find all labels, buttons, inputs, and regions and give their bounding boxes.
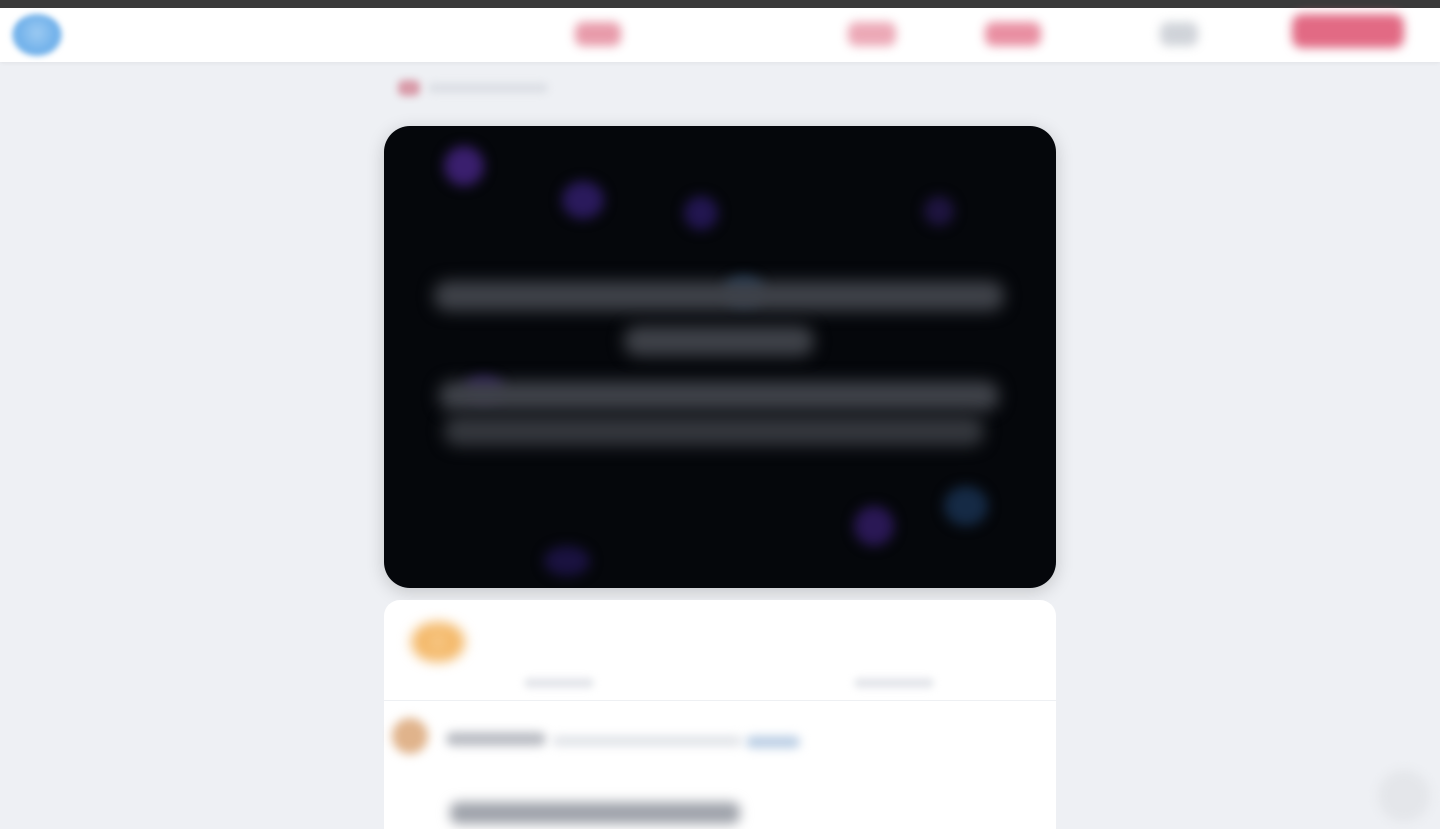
post-body <box>450 802 740 824</box>
post-panel <box>384 600 1056 829</box>
nav-link-4[interactable] <box>1160 22 1198 46</box>
help-icon[interactable] <box>1378 770 1430 822</box>
nav-link-1[interactable] <box>575 22 621 46</box>
divider <box>384 700 1056 701</box>
hero-headline-line-2 <box>624 326 814 356</box>
star-sparkle <box>684 196 718 230</box>
breadcrumb-text <box>428 83 548 93</box>
avatar[interactable] <box>392 718 428 754</box>
star-sparkle <box>544 546 590 576</box>
top-navigation-bar <box>0 0 1440 62</box>
reactions-emoji-icon[interactable] <box>410 622 466 662</box>
hero-headline-line-3 <box>439 381 999 411</box>
hero-headline-line-1 <box>434 281 1004 311</box>
hero-media-card[interactable] <box>384 126 1056 588</box>
reaction-count[interactable] <box>524 678 594 688</box>
star-sparkle <box>924 196 954 226</box>
author-link[interactable] <box>746 736 800 748</box>
header-cta-button[interactable] <box>1292 14 1404 48</box>
star-sparkle <box>944 486 988 526</box>
breadcrumb[interactable] <box>398 80 558 96</box>
nav-link-2[interactable] <box>848 22 896 46</box>
star-sparkle <box>854 506 894 546</box>
app-logo-icon[interactable] <box>12 14 62 56</box>
breadcrumb-icon <box>398 80 420 96</box>
star-sparkle <box>444 146 484 186</box>
author-name[interactable] <box>446 732 546 746</box>
star-sparkle <box>562 181 604 219</box>
hero-headline-line-4 <box>444 416 984 446</box>
author-subtitle <box>552 736 742 746</box>
nav-link-3[interactable] <box>985 22 1041 46</box>
comment-count[interactable] <box>854 678 934 688</box>
